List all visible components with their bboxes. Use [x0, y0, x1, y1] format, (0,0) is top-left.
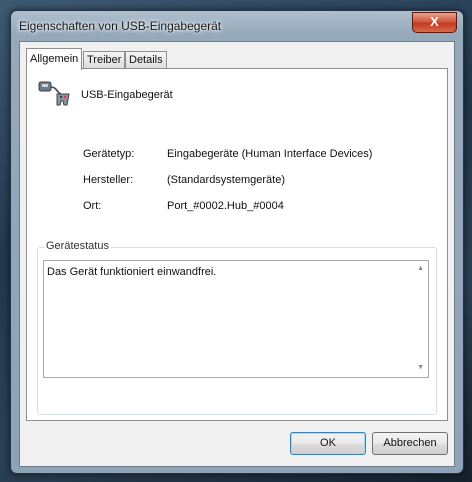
- tab-allgemein[interactable]: Allgemein: [26, 48, 83, 70]
- property-label-location: Ort:: [83, 200, 102, 212]
- device-status-title: Gerätestatus: [44, 240, 111, 252]
- property-value-type: Eingabegeräte (Human Interface Devices): [167, 148, 373, 160]
- usb-device-icon: [38, 81, 70, 106]
- device-status-text: Das Gerät funktioniert einwandfrei.: [47, 266, 217, 278]
- ok-button[interactable]: OK: [290, 432, 366, 455]
- tab-panel-allgemein: USB-Eingabegerät Gerätetyp: Eingabegerät…: [26, 68, 448, 421]
- close-button[interactable]: X: [412, 12, 457, 33]
- dialog-client-area: Allgemein Treiber Details USB-Eingabeger…: [19, 41, 455, 467]
- device-status-group: Gerätestatus Das Gerät funktioniert einw…: [37, 240, 437, 415]
- device-name: USB-Eingabegerät: [81, 89, 173, 101]
- scroll-down-arrow-icon[interactable]: ▼: [417, 364, 424, 371]
- tab-treiber[interactable]: Treiber: [83, 51, 126, 69]
- property-label-manufacturer: Hersteller:: [83, 174, 134, 186]
- window-title: Eigenschaften von USB-Eingabegerät: [19, 19, 222, 33]
- property-value-location: Port_#0002.Hub_#0004: [167, 200, 284, 212]
- scroll-up-arrow-icon[interactable]: ▲: [417, 265, 424, 272]
- property-value-manufacturer: (Standardsystemgeräte): [167, 174, 285, 186]
- device-status-textbox[interactable]: Das Gerät funktioniert einwandfrei. ▲ ▼: [43, 260, 429, 378]
- tab-details[interactable]: Details: [125, 51, 167, 69]
- cancel-button[interactable]: Abbrechen: [372, 432, 448, 455]
- property-label-type: Gerätetyp:: [83, 148, 135, 160]
- properties-dialog: Eigenschaften von USB-Eingabegerät X All…: [10, 10, 464, 474]
- title-bar[interactable]: Eigenschaften von USB-Eingabegerät X: [11, 11, 463, 41]
